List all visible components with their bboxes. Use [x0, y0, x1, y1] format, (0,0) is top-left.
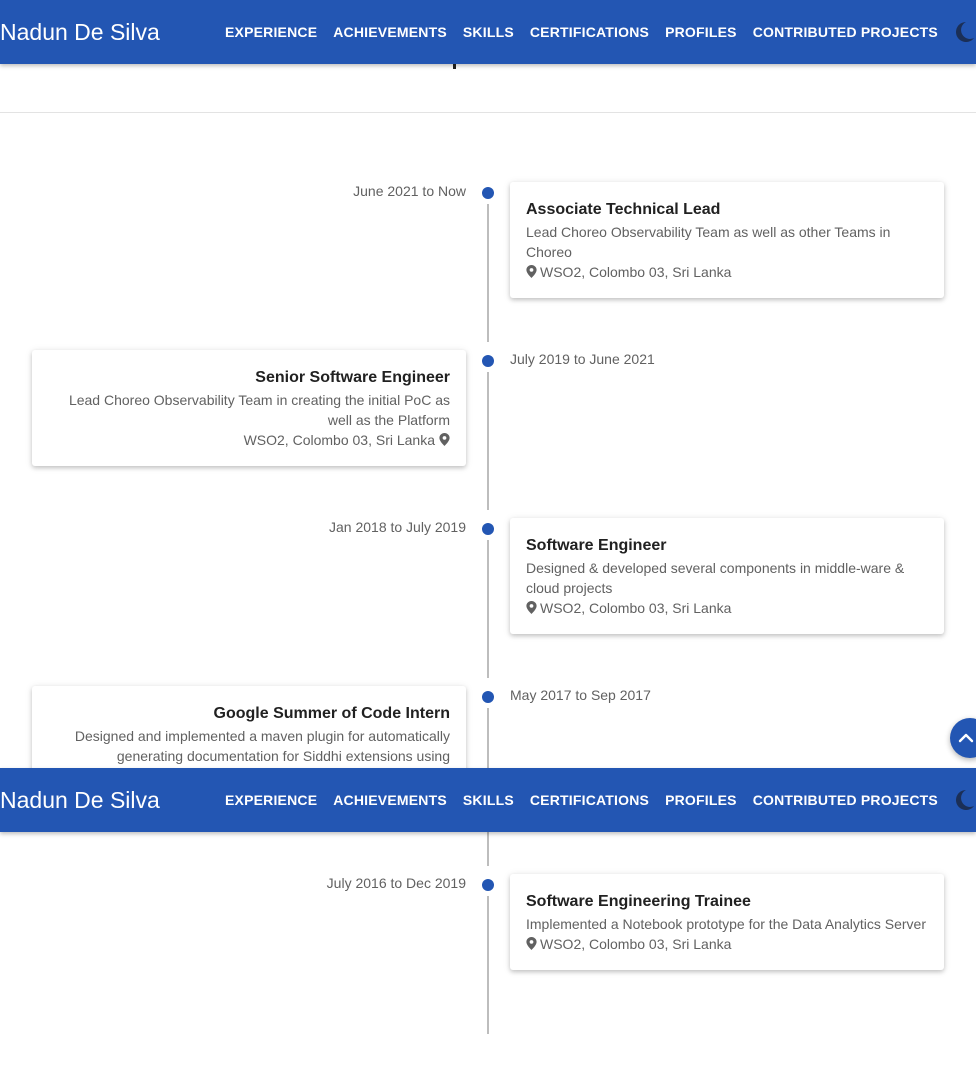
- job-description: Implemented a Notebook prototype for the…: [526, 916, 926, 932]
- job-title: Senior Software Engineer: [255, 369, 450, 386]
- timeline-dot: [482, 523, 494, 535]
- nav-skills[interactable]: SKILLS: [455, 791, 522, 809]
- job-location: WSO2, Colombo 03, Sri Lanka: [526, 598, 928, 618]
- nav-profiles[interactable]: PROFILES: [657, 791, 745, 809]
- timeline-dot: [482, 355, 494, 367]
- experience-card: Associate Technical Lead Lead Choreo Obs…: [510, 182, 944, 298]
- nav-menu: EXPERIENCE ACHIEVEMENTS SKILLS CERTIFICA…: [217, 791, 946, 809]
- nav-certifications[interactable]: CERTIFICATIONS: [522, 791, 657, 809]
- location-text: WSO2, Colombo 03, Sri Lanka: [540, 936, 732, 952]
- job-title: Associate Technical Lead: [526, 201, 721, 218]
- map-marker-icon: [439, 433, 450, 446]
- nav-achievements[interactable]: ACHIEVEMENTS: [325, 791, 455, 809]
- section-divider: [0, 112, 976, 113]
- location-text: WSO2, Colombo 03, Sri Lanka: [540, 264, 732, 280]
- nav-contributed-projects[interactable]: CONTRIBUTED PROJECTS: [745, 791, 946, 809]
- map-marker-icon: [526, 937, 537, 950]
- timeline-dot: [482, 187, 494, 199]
- timeline-line: [487, 896, 489, 1034]
- job-title: Software Engineer: [526, 537, 667, 554]
- timeline-line: [487, 372, 489, 510]
- chevron-up-icon: [958, 733, 974, 743]
- sticky-navbar: Nadun De Silva EXPERIENCE ACHIEVEMENTS S…: [0, 768, 976, 832]
- timeline-date: July 2019 to June 2021: [510, 351, 655, 367]
- job-title: Google Summer of Code Intern: [213, 705, 450, 722]
- map-marker-icon: [526, 601, 537, 614]
- timeline-dot: [482, 691, 494, 703]
- job-description: Lead Choreo Observability Team as well a…: [526, 224, 891, 260]
- nav-experience[interactable]: EXPERIENCE: [217, 791, 325, 809]
- timeline-date: July 2016 to Dec 2019: [326, 875, 466, 891]
- job-location: WSO2, Colombo 03, Sri Lanka: [48, 430, 450, 450]
- nav-contributed-projects[interactable]: CONTRIBUTED PROJECTS: [745, 23, 946, 41]
- brand-title[interactable]: Nadun De Silva: [0, 18, 160, 46]
- experience-card: Senior Software Engineer Lead Choreo Obs…: [32, 350, 466, 466]
- experience-card: Software Engineer Designed & developed s…: [510, 518, 944, 634]
- job-location: WSO2, Colombo 03, Sri Lanka: [526, 934, 928, 954]
- job-description: Lead Choreo Observability Team in creati…: [68, 392, 450, 428]
- nav-certifications[interactable]: CERTIFICATIONS: [522, 23, 657, 41]
- experience-card: Software Engineering Trainee Implemented…: [510, 874, 944, 970]
- nav-menu: EXPERIENCE ACHIEVEMENTS SKILLS CERTIFICA…: [217, 23, 946, 41]
- timeline-line: [487, 708, 489, 768]
- nav-experience[interactable]: EXPERIENCE: [217, 23, 325, 41]
- nav-skills[interactable]: SKILLS: [455, 23, 522, 41]
- timeline-line: [487, 540, 489, 678]
- timeline-date: Jan 2018 to July 2019: [329, 519, 466, 535]
- top-navbar: Nadun De Silva EXPERIENCE ACHIEVEMENTS S…: [0, 0, 976, 64]
- location-text: WSO2, Colombo 03, Sri Lanka: [243, 432, 435, 448]
- timeline-dot: [482, 879, 494, 891]
- timeline-date: May 2017 to Sep 2017: [510, 687, 651, 703]
- timeline-line: [487, 204, 489, 342]
- moon-icon[interactable]: [950, 787, 976, 813]
- location-text: WSO2, Colombo 03, Sri Lanka: [540, 600, 732, 616]
- timeline-line: [487, 832, 489, 866]
- job-location: WSO2, Colombo 03, Sri Lanka: [526, 262, 928, 282]
- nav-profiles[interactable]: PROFILES: [657, 23, 745, 41]
- nav-achievements[interactable]: ACHIEVEMENTS: [325, 23, 455, 41]
- moon-icon[interactable]: [950, 19, 976, 45]
- timeline-date: June 2021 to Now: [353, 183, 466, 199]
- scroll-to-top-button[interactable]: [950, 718, 976, 758]
- brand-title[interactable]: Nadun De Silva: [0, 786, 160, 814]
- job-title: Software Engineering Trainee: [526, 893, 751, 910]
- job-description: Designed & developed several components …: [526, 560, 905, 596]
- map-marker-icon: [526, 265, 537, 278]
- job-description: Designed and implemented a maven plugin …: [74, 728, 450, 764]
